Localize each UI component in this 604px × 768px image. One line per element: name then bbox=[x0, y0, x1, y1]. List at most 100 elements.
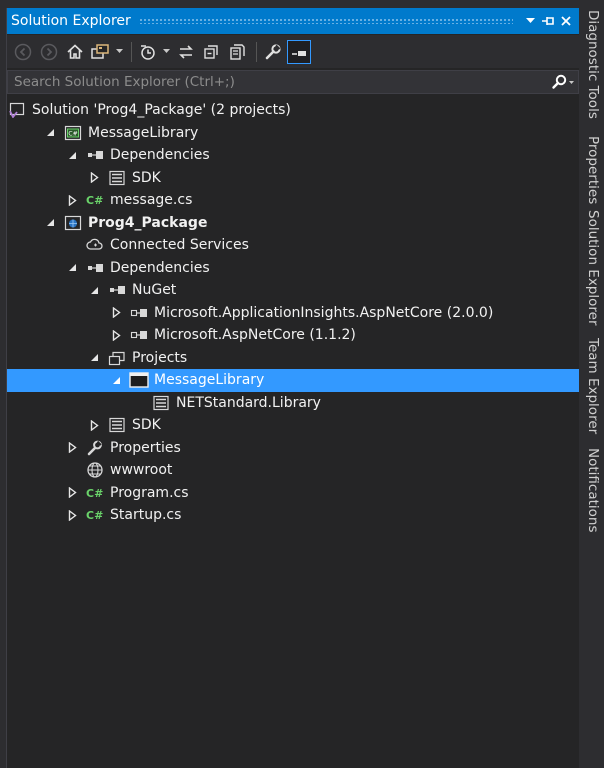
sync-icon[interactable] bbox=[174, 40, 198, 64]
tree-node[interactable]: Dependencies bbox=[7, 144, 579, 167]
tree-node[interactable]: C# Startup.cs bbox=[7, 504, 579, 527]
tree-node[interactable]: wwwroot bbox=[7, 459, 579, 482]
forward-icon[interactable] bbox=[37, 40, 61, 64]
switch-views-dropdown-icon[interactable] bbox=[115, 49, 123, 54]
tree-node[interactable]: Projects bbox=[7, 347, 579, 370]
expanded-arrow-icon[interactable] bbox=[109, 373, 123, 387]
project-ref-icon bbox=[129, 371, 149, 389]
tree-node[interactable]: Dependencies bbox=[7, 257, 579, 280]
sdk-icon bbox=[151, 394, 171, 412]
tree-node[interactable]: NuGet bbox=[7, 279, 579, 302]
toolbar-separator bbox=[256, 41, 257, 62]
expanded-arrow-icon[interactable] bbox=[87, 283, 101, 297]
package-icon bbox=[129, 326, 149, 344]
tree-node[interactable]: SDK bbox=[7, 414, 579, 437]
expanded-arrow-icon[interactable] bbox=[43, 216, 57, 230]
tree-node-label: Microsoft.AspNetCore (1.1.2) bbox=[154, 327, 356, 344]
svg-text:C#: C# bbox=[68, 130, 77, 137]
pending-changes-dropdown-icon[interactable] bbox=[162, 49, 170, 54]
tree-node-label: Solution 'Prog4_Package' (2 projects) bbox=[32, 102, 291, 119]
collapsed-arrow-icon[interactable] bbox=[65, 486, 79, 500]
collapsed-arrow-icon[interactable] bbox=[65, 193, 79, 207]
solution-icon bbox=[7, 101, 27, 119]
tree-node[interactable]: SDK bbox=[7, 167, 579, 190]
search-box bbox=[7, 70, 579, 94]
expanded-arrow-icon[interactable] bbox=[87, 351, 101, 365]
nuget-icon bbox=[107, 281, 127, 299]
search-input[interactable] bbox=[8, 73, 548, 91]
tree-node-label: message.cs bbox=[110, 192, 193, 209]
pending-changes-icon[interactable] bbox=[136, 40, 160, 64]
svg-text:C#: C# bbox=[86, 509, 103, 522]
globe-icon bbox=[85, 461, 105, 479]
collapsed-arrow-icon[interactable] bbox=[87, 418, 101, 432]
show-all-files-icon[interactable] bbox=[226, 40, 250, 64]
collapse-all-icon[interactable] bbox=[200, 40, 224, 64]
tree-node[interactable]: C# message.cs bbox=[7, 189, 579, 212]
web-project-icon bbox=[63, 214, 83, 232]
side-tool-window-bar: Diagnostic Tools Properties Solution Exp… bbox=[580, 8, 604, 768]
tree-node-label: NETStandard.Library bbox=[176, 394, 321, 411]
back-icon[interactable] bbox=[11, 40, 35, 64]
tree-node-label: Properties bbox=[110, 439, 181, 456]
expanded-arrow-icon[interactable] bbox=[65, 148, 79, 162]
tree-node-label: Dependencies bbox=[110, 259, 210, 276]
csharp-project-icon: C# bbox=[63, 124, 83, 142]
collapsed-arrow-icon[interactable] bbox=[109, 328, 123, 342]
sdk-icon bbox=[107, 416, 127, 434]
expanded-arrow-icon[interactable] bbox=[43, 126, 57, 140]
tree-node-label: wwwroot bbox=[110, 462, 173, 479]
csharp-file-icon: C# bbox=[85, 506, 105, 524]
tree-node-label: Connected Services bbox=[110, 237, 249, 254]
tree-node-label: SDK bbox=[132, 417, 161, 434]
switch-views-icon[interactable] bbox=[89, 40, 113, 64]
expanded-arrow-icon[interactable] bbox=[65, 261, 79, 275]
wrench-icon bbox=[85, 439, 105, 457]
tab-solution-explorer[interactable]: Solution Explorer bbox=[581, 210, 601, 326]
window-position-dropdown-icon[interactable] bbox=[521, 11, 539, 31]
tree-node[interactable]: MessageLibrary bbox=[7, 369, 579, 392]
home-icon[interactable] bbox=[63, 40, 87, 64]
collapsed-arrow-icon[interactable] bbox=[109, 306, 123, 320]
properties-wrench-icon[interactable] bbox=[261, 40, 285, 64]
tree-node[interactable]: NETStandard.Library bbox=[7, 392, 579, 415]
tab-notifications[interactable]: Notifications bbox=[581, 448, 601, 533]
collapsed-arrow-icon[interactable] bbox=[65, 441, 79, 455]
title-grip[interactable] bbox=[138, 18, 513, 24]
tree-node-label: Startup.cs bbox=[110, 507, 182, 524]
svg-text:C#: C# bbox=[86, 487, 103, 500]
sdk-icon bbox=[107, 169, 127, 187]
tree-node[interactable]: Microsoft.AspNetCore (1.1.2) bbox=[7, 324, 579, 347]
solution-explorer-panel: Solution Explorer Search Solution Explor… bbox=[6, 8, 579, 768]
csharp-file-icon: C# bbox=[85, 191, 105, 209]
csharp-file-icon: C# bbox=[85, 484, 105, 502]
close-icon[interactable] bbox=[557, 11, 575, 31]
collapsed-arrow-icon[interactable] bbox=[87, 171, 101, 185]
tab-diagnostic-tools[interactable]: Diagnostic Tools bbox=[581, 10, 601, 119]
projects-icon bbox=[107, 349, 127, 367]
tab-properties[interactable]: Properties bbox=[581, 136, 601, 204]
tree-node-label: Projects bbox=[132, 349, 188, 366]
tree-node-label: SDK bbox=[132, 169, 161, 186]
toolbar bbox=[7, 35, 579, 68]
tree-node[interactable]: Connected Services bbox=[7, 234, 579, 257]
panel-titlebar[interactable]: Solution Explorer bbox=[7, 8, 579, 34]
package-icon bbox=[129, 304, 149, 322]
search-icon[interactable] bbox=[548, 74, 578, 90]
tree-node[interactable]: Microsoft.ApplicationInsights.AspNetCore… bbox=[7, 302, 579, 325]
collapsed-arrow-icon[interactable] bbox=[65, 508, 79, 522]
toolbar-separator bbox=[131, 41, 132, 62]
tab-team-explorer[interactable]: Team Explorer bbox=[581, 338, 601, 434]
pin-icon[interactable] bbox=[539, 11, 557, 31]
tree-node[interactable]: C# MessageLibrary bbox=[7, 122, 579, 145]
tree-node[interactable]: Properties bbox=[7, 437, 579, 460]
preview-icon[interactable] bbox=[287, 39, 311, 64]
tree-node[interactable]: C# Program.cs bbox=[7, 482, 579, 505]
tree-node[interactable]: Prog4_Package bbox=[7, 212, 579, 235]
tree-node-label: MessageLibrary bbox=[88, 124, 199, 141]
tree-node-label: Microsoft.ApplicationInsights.AspNetCore… bbox=[154, 304, 494, 321]
tree-node[interactable]: Solution 'Prog4_Package' (2 projects) bbox=[7, 99, 579, 122]
